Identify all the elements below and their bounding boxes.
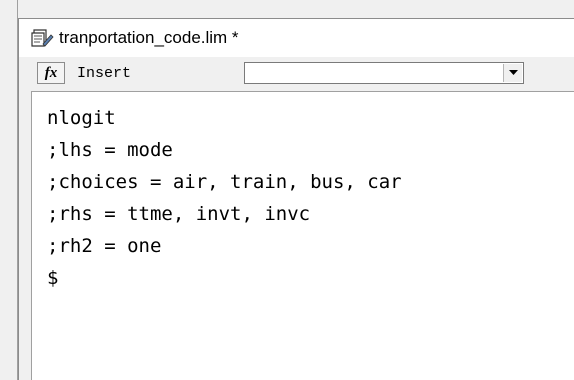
insert-dropdown[interactable] — [244, 62, 524, 84]
dropdown-arrow-button[interactable] — [503, 64, 522, 82]
insert-function-button[interactable]: fx — [37, 62, 65, 84]
chevron-down-icon — [508, 70, 518, 75]
outer-frame-top — [0, 0, 574, 18]
document-window: tranportation_code.lim * fx Insert nlogi… — [18, 18, 574, 380]
code-editor[interactable]: nlogit ;lhs = mode ;choices = air, train… — [31, 91, 574, 380]
fx-icon: fx — [44, 64, 58, 81]
window-title: tranportation_code.lim * — [59, 28, 239, 47]
insert-label: Insert — [77, 64, 132, 82]
code-line: ;rh2 = one — [47, 235, 162, 257]
command-toolbar: fx Insert — [19, 57, 574, 89]
title-bar[interactable]: tranportation_code.lim * — [19, 19, 574, 58]
code-line: ;rhs = ttme, invt, invc — [47, 203, 311, 225]
outer-frame-left — [0, 0, 18, 380]
code-line: nlogit — [47, 107, 116, 129]
code-line: $ — [47, 267, 59, 289]
code-line: ;choices = air, train, bus, car — [47, 171, 402, 193]
document-icon — [29, 26, 55, 50]
code-line: ;lhs = mode — [47, 139, 173, 161]
